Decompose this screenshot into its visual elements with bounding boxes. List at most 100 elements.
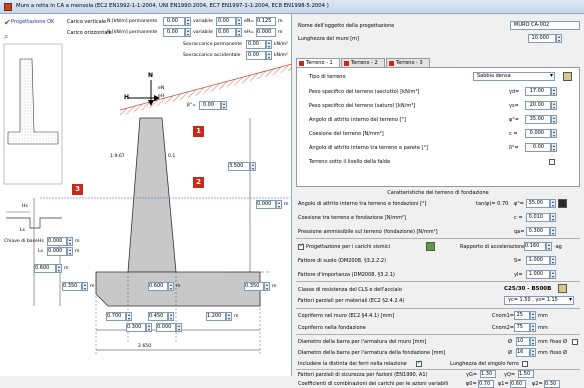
bearing-pressure-spinner[interactable] — [550, 227, 556, 236]
base-right-spinner[interactable] — [264, 282, 270, 291]
wall-length-input[interactable]: 10.000 — [528, 34, 556, 43]
toe-height-spinner[interactable] — [56, 264, 62, 273]
accel-spinner[interactable] — [546, 242, 552, 251]
seismic-map-icon[interactable] — [426, 242, 435, 251]
height-input[interactable]: 3.500 — [228, 162, 250, 171]
friction-angle-spinner[interactable] — [551, 115, 557, 124]
key-ls-input[interactable]: 0.000 — [47, 247, 67, 256]
soil-factor-spinner[interactable] — [550, 256, 556, 265]
separator — [296, 334, 580, 335]
soil-type-select[interactable]: Sabbia densa — [473, 72, 555, 81]
accel-input[interactable]: 0.160 — [524, 242, 546, 251]
foundation-friction-spinner[interactable] — [550, 199, 556, 208]
beta-label: β°= — [187, 103, 197, 108]
tab-terreno-3[interactable]: Terreno - 3 — [386, 58, 430, 67]
dry-unit-weight-input[interactable]: 17.00 — [525, 87, 551, 96]
wall-rebar-unit: mm — [538, 339, 548, 345]
foundation-cohesion-input[interactable]: 0.010 — [526, 213, 550, 222]
beta-input[interactable]: 0.00 — [199, 101, 221, 110]
soil-library-icon[interactable] — [563, 72, 572, 81]
heel-width-spinner[interactable] — [226, 312, 232, 321]
bar-length-label: Lunghezza del singolo ferro — [450, 361, 519, 367]
found-rebar-input[interactable]: 16 — [516, 348, 530, 357]
soil-factor-input[interactable]: 1.000 — [526, 256, 550, 265]
foundation-friction-input[interactable]: 35.00 — [526, 199, 550, 208]
wall-rebar-spinner[interactable] — [530, 337, 536, 346]
key-hs-input[interactable]: 0.000 — [47, 237, 67, 246]
gamma-g-input[interactable]: 1.30 — [480, 370, 496, 378]
tab-terreno-1[interactable]: Terreno - 1 — [296, 58, 340, 67]
tab-2-icon — [344, 61, 349, 66]
wall-cover-spinner[interactable] — [530, 311, 536, 320]
base-right-input[interactable]: 0.350 — [244, 282, 264, 291]
bar-length-checkbox[interactable] — [522, 361, 528, 367]
material-library-icon[interactable] — [558, 284, 567, 293]
toe-width-spinner[interactable] — [126, 312, 132, 321]
material-class-value[interactable]: C25/30 - B500B — [504, 286, 551, 292]
toe-width-input[interactable]: 0.700 — [106, 312, 126, 321]
soil-row-0-label: Peso specifico del terreno (asciutto) [k… — [309, 89, 420, 95]
base-right-unit: m — [272, 284, 277, 289]
base-mid-unit: m — [176, 284, 181, 289]
bearing-pressure-input[interactable]: 0.300 — [526, 227, 550, 236]
psi0-input[interactable]: 0.70 — [478, 380, 494, 388]
w1-spinner[interactable] — [146, 323, 152, 332]
importance-input[interactable]: 1.000 — [526, 270, 550, 279]
base-mid-spinner[interactable] — [168, 282, 174, 291]
wall-friction-input[interactable]: 0.00 — [525, 143, 551, 152]
soil-row-1-sym: γs= — [509, 103, 519, 109]
key-ls-spinner[interactable] — [67, 247, 73, 256]
base-left-input[interactable]: 0.350 — [62, 282, 82, 291]
sat-unit-weight-input[interactable]: 20.00 — [525, 101, 551, 110]
water-level-input[interactable]: 0.000 — [256, 200, 276, 209]
wall-length-spinner[interactable] — [556, 34, 562, 43]
found-cover-input[interactable]: 75 — [514, 323, 530, 332]
cohesion-spinner[interactable] — [551, 129, 557, 138]
cohesion-input[interactable]: 0.000 — [525, 129, 551, 138]
load-h-mark: H — [124, 94, 130, 101]
beta-spinner[interactable] — [221, 101, 227, 110]
wall-cover-sym: Cnom1= — [492, 313, 514, 319]
wall-cover-input[interactable]: 25 — [514, 311, 530, 320]
wall-cover-label: Copriferro nel muro (EC2 §4.4.1) [mm] — [298, 313, 395, 319]
psi1-input[interactable]: 0.60 — [510, 380, 526, 388]
gamma-q-input[interactable]: 1.50 — [518, 370, 534, 378]
height-spinner[interactable] — [250, 162, 256, 171]
dry-unit-weight-spinner[interactable] — [551, 87, 557, 96]
foundation-cohesion-spinner[interactable] — [550, 213, 556, 222]
tab-terreno-2[interactable]: Terreno - 2 — [341, 58, 385, 67]
ls-mark: Ls — [20, 228, 25, 233]
psi2-input[interactable]: 0.30 — [544, 380, 560, 388]
psi1-sym: ψ1= — [498, 381, 509, 387]
found-cover-spinner[interactable] — [530, 323, 536, 332]
base-left-spinner[interactable] — [82, 282, 88, 291]
w2-input[interactable]: 0.000 — [156, 323, 176, 332]
water-level-unit: m — [284, 202, 289, 207]
include-rebar-checkbox[interactable] — [416, 359, 422, 367]
key-hs-spinner[interactable] — [67, 237, 73, 246]
sat-unit-weight-spinner[interactable] — [551, 101, 557, 110]
heel-width-input[interactable]: 1.200 — [206, 312, 226, 321]
wall-friction-spinner[interactable] — [551, 143, 557, 152]
project-name-input[interactable]: MURO CA-002 — [510, 21, 580, 30]
wall-rebar-fixed-checkbox[interactable] — [572, 339, 578, 345]
groundwater-checkbox[interactable] — [549, 159, 555, 165]
bearing-pressure-label: Pressione ammissibile sul terreno (fonda… — [298, 229, 438, 235]
importance-spinner[interactable] — [550, 270, 556, 279]
stem-width-spinner[interactable] — [168, 312, 174, 321]
toe-height-input[interactable]: 0.600 — [34, 264, 56, 273]
title-bar: Muro a retta in CA a mensola (EC2 EN1992… — [0, 0, 584, 14]
friction-angle-input[interactable]: 35.00 — [525, 115, 551, 124]
wall-rebar-input[interactable]: 10 — [516, 337, 530, 346]
seismic-checkbox[interactable] — [298, 242, 304, 250]
stem-width-input[interactable]: 0.450 — [148, 312, 168, 321]
friction-calc-icon[interactable] — [558, 199, 567, 208]
found-rebar-spinner[interactable] — [530, 348, 536, 357]
water-level-spinner[interactable] — [276, 200, 282, 209]
en-mark: eN — [158, 86, 165, 91]
w1-input[interactable]: 0.300 — [126, 323, 146, 332]
w2-spinner[interactable] — [176, 323, 182, 332]
material-partial-select[interactable]: γc= 1.50 , γs= 1.15 — [504, 296, 574, 305]
base-mid-input[interactable]: 0.600 — [148, 282, 168, 291]
found-cover-sym: Cnom2= — [492, 325, 514, 331]
